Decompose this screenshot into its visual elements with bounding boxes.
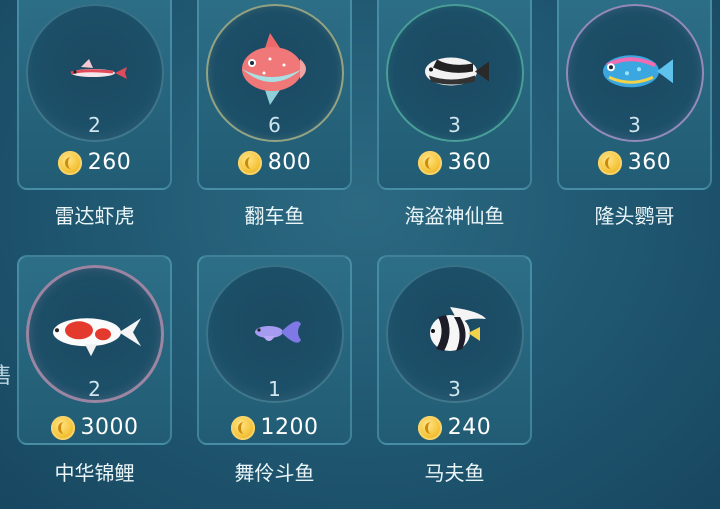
fish-name: 翻车鱼 xyxy=(244,204,305,228)
coin-icon xyxy=(57,150,82,175)
fish-count: 3 xyxy=(448,113,461,137)
fish-card-angelfish[interactable]: 3 360 xyxy=(377,0,532,190)
parrotfish-icon xyxy=(602,55,673,88)
fish-price: 360 xyxy=(627,150,672,175)
fish-price: 240 xyxy=(447,415,492,440)
fish-name: 海盗神仙鱼 xyxy=(404,204,505,228)
price-row: 3000 xyxy=(19,415,170,440)
fish-name: 中华锦鲤 xyxy=(54,461,135,485)
side-label-fragment: 售 xyxy=(0,364,13,389)
fish-name: 隆头鹦哥 xyxy=(594,204,675,228)
coin-icon xyxy=(597,150,622,175)
coin-icon xyxy=(417,150,442,175)
price-row: 260 xyxy=(19,150,170,175)
angelfish-icon xyxy=(424,57,489,86)
price-row: 360 xyxy=(559,150,710,175)
fish-price: 1200 xyxy=(260,415,319,440)
fish-count: 6 xyxy=(268,113,281,137)
fish-name: 舞伶斗鱼 xyxy=(234,461,315,485)
coin-icon xyxy=(237,150,262,175)
goby-fish-icon xyxy=(70,59,127,79)
price-row: 1200 xyxy=(199,415,350,440)
coin-icon xyxy=(50,415,75,440)
fish-price: 360 xyxy=(447,150,492,175)
fish-price: 260 xyxy=(87,150,132,175)
price-row: 800 xyxy=(199,150,350,175)
fish-name: 雷达虾虎 xyxy=(54,204,135,228)
bannerfish-icon xyxy=(429,307,486,351)
fish-card-goby[interactable]: 2 260 xyxy=(17,0,172,190)
betta-fish-icon xyxy=(254,321,301,343)
fish-card-sunfish[interactable]: 6 800 xyxy=(197,0,352,190)
fish-card-parrotfish[interactable]: 3 360 xyxy=(557,0,712,190)
fish-count: 1 xyxy=(268,377,281,401)
coin-icon xyxy=(417,415,442,440)
fish-count: 2 xyxy=(88,113,101,137)
koi-fish-icon xyxy=(52,318,141,357)
fish-count: 3 xyxy=(628,113,641,137)
fish-card-koi[interactable]: 2 3000 xyxy=(17,255,172,445)
coin-icon xyxy=(230,415,255,440)
fish-card-betta[interactable]: 1 1200 xyxy=(197,255,352,445)
price-row: 360 xyxy=(379,150,530,175)
fish-price: 800 xyxy=(267,150,312,175)
fish-card-bannerfish[interactable]: 3 240 xyxy=(377,255,532,445)
fish-name: 马夫鱼 xyxy=(424,461,485,485)
fish-count: 2 xyxy=(88,377,101,401)
price-row: 240 xyxy=(379,415,530,440)
fish-price: 3000 xyxy=(80,415,139,440)
sunfish-icon xyxy=(241,33,306,105)
fish-count: 3 xyxy=(448,377,461,401)
